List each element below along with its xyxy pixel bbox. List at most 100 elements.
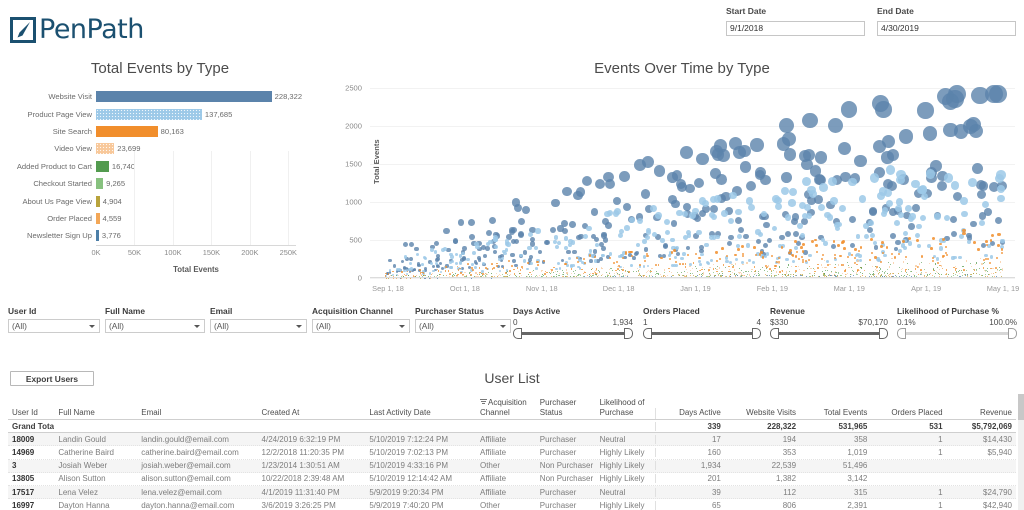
scatter-point[interactable] [826,214,833,221]
scatter-point[interactable] [934,213,941,220]
scatter-point[interactable] [837,275,839,277]
scatter-point[interactable] [816,250,819,254]
scatter-point[interactable] [798,265,800,268]
scatter-point[interactable] [834,263,837,265]
scatter-point[interactable] [734,263,737,265]
scatter-point[interactable] [795,265,798,268]
scatter-point[interactable] [718,257,721,260]
scatter-point[interactable] [599,241,605,247]
scatter-point[interactable] [595,270,597,272]
scatter-point[interactable] [995,272,996,273]
scatter-point[interactable] [858,195,867,203]
scatter-point[interactable] [673,249,676,252]
scatter-point[interactable] [986,269,988,271]
scatter-point[interactable] [604,210,611,218]
scatter-point[interactable] [907,274,908,275]
scatter-point[interactable] [815,244,818,248]
scatter-point[interactable] [498,269,502,273]
bar-rect[interactable] [96,230,99,242]
scatter-point[interactable] [887,272,888,274]
scatter-point[interactable] [452,238,459,244]
scatter-point[interactable] [943,255,946,258]
scatter-point[interactable] [461,256,466,261]
scatter-point[interactable] [823,259,826,262]
slider-handle-max[interactable] [879,328,888,339]
scatter-point[interactable] [632,256,637,261]
scatter-point[interactable] [519,253,523,258]
scatter-point[interactable] [919,214,926,222]
scatter-point[interactable] [928,262,931,265]
scatter-point[interactable] [836,271,838,273]
scatter-point[interactable] [775,265,778,267]
scatter-point[interactable] [974,263,977,266]
scatter-point[interactable] [888,262,890,264]
scatter-point[interactable] [902,268,904,270]
scatter-point[interactable] [506,272,508,273]
scatter-point[interactable] [886,199,894,208]
scatter-point[interactable] [921,271,923,273]
scatter-point[interactable] [737,226,744,233]
scatter-point[interactable] [869,173,880,183]
scatter-point[interactable] [769,268,771,270]
scatter-point[interactable] [941,237,945,241]
scatter-point[interactable] [737,234,743,240]
scatter-point[interactable] [859,272,861,273]
scatter-point[interactable] [629,263,633,267]
scatter-point[interactable] [676,209,684,217]
scatter-point[interactable] [906,263,908,265]
scatter-point[interactable] [786,267,788,269]
bar-row[interactable]: Site Search 80,163 [0,123,320,140]
scatter-point[interactable] [409,241,415,247]
scatter-point[interactable] [732,266,735,268]
scatter-point[interactable] [994,173,1004,183]
scatter-point[interactable] [635,242,640,247]
scatter-point[interactable] [577,274,579,276]
scatter-point[interactable] [698,256,701,259]
scatter-point[interactable] [588,273,590,275]
scatter-point[interactable] [774,202,783,210]
scatter-point[interactable] [684,263,687,265]
scatter-point[interactable] [801,255,804,258]
scatter-point[interactable] [869,259,872,262]
scatter-point[interactable] [898,266,900,268]
scatter-point[interactable] [534,245,539,250]
scatter-point[interactable] [699,245,704,250]
scatter-point[interactable] [392,270,394,273]
bar-row[interactable]: Video View 23,699 [0,140,320,157]
scatter-point[interactable] [735,208,743,216]
scatter-point[interactable] [902,261,905,263]
scatter-point[interactable] [608,252,613,256]
scatter-point[interactable] [611,268,613,270]
bar-row[interactable]: Order Placed 4,559 [0,210,320,227]
scatter-point[interactable] [888,266,891,268]
scatter-point[interactable] [759,268,761,270]
scatter-point[interactable] [595,243,600,248]
scatter-point[interactable] [853,270,855,272]
scatter-point[interactable] [780,172,792,183]
scatter-point[interactable] [454,261,458,265]
scatter-point[interactable] [817,204,825,212]
scatter-point[interactable] [840,101,858,118]
scatter-point[interactable] [999,261,1002,263]
scatter-point[interactable] [772,195,781,203]
scatter-point[interactable] [985,274,986,276]
scatter-point[interactable] [385,272,387,275]
scatter-point[interactable] [760,174,771,186]
scatter-point[interactable] [864,263,866,265]
scatter-point[interactable] [914,268,917,271]
scatter-point[interactable] [978,180,989,191]
scatter-point[interactable] [965,274,966,276]
scatter-point[interactable] [970,265,972,267]
table-row[interactable]: 17517 Lena Velez lena.velez@email.com 4/1/2… [8,485,1016,500]
scatter-point[interactable] [630,254,633,258]
scatter-point[interactable] [982,267,985,270]
scatter-point[interactable] [910,271,912,272]
scatter-point[interactable] [945,253,948,257]
scatter-point[interactable] [903,245,908,250]
scatter-point[interactable] [972,268,974,270]
scatter-point[interactable] [742,264,744,266]
scatter-point[interactable] [432,269,435,273]
sort-icon[interactable] [479,398,487,408]
scatter-point[interactable] [691,268,693,270]
scatter-point[interactable] [520,274,522,276]
